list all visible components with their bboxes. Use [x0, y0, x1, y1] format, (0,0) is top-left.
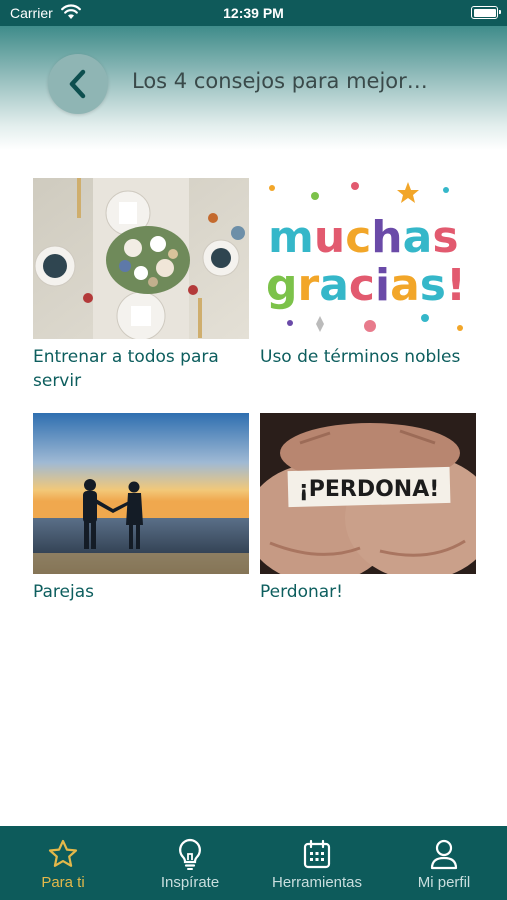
lightbulb-icon — [177, 838, 203, 870]
status-bar: Carrier 12:39 PM — [0, 0, 507, 26]
clock: 12:39 PM — [223, 5, 284, 21]
tab-inspirate[interactable]: Inspírate — [127, 826, 253, 900]
article-card-perdonar[interactable]: ¡PERDONA! Perdonar! — [260, 413, 476, 604]
user-icon — [429, 838, 459, 870]
tab-label: Mi perfil — [417, 874, 471, 891]
tab-label: Para ti — [41, 874, 85, 891]
muchas-gracias-image: muchas gracias! — [260, 178, 476, 339]
tab-herramientas[interactable]: Herramientas — [254, 826, 380, 900]
svg-text:gracias!: gracias! — [266, 260, 466, 311]
hands-perdona-image: ¡PERDONA! — [260, 413, 476, 574]
couple-beach-image — [33, 413, 249, 574]
star-icon — [48, 838, 78, 870]
page-title: Los 4 consejos para mejor… — [132, 69, 428, 93]
perdona-text: ¡PERDONA! — [299, 477, 440, 502]
article-card-entrenar[interactable]: Entrenar a todos para servir — [33, 178, 249, 393]
tab-bar: Para ti Inspírate Herramientas Mi perfil — [0, 826, 507, 900]
svg-text:muchas: muchas — [268, 212, 459, 263]
tab-label: Herramientas — [271, 874, 363, 891]
calendar-icon — [303, 838, 331, 870]
back-button[interactable] — [48, 54, 108, 114]
tab-mi-perfil[interactable]: Mi perfil — [381, 826, 507, 900]
chevron-left-icon — [69, 69, 86, 99]
card-caption: Uso de términos nobles — [260, 347, 461, 367]
tab-label: Inspírate — [160, 874, 220, 891]
tab-para-ti[interactable]: Para ti — [0, 826, 126, 900]
battery-icon — [471, 6, 501, 19]
card-caption: Parejas — [33, 582, 94, 602]
article-card-parejas[interactable]: Parejas — [33, 413, 249, 604]
article-card-terminos[interactable]: muchas gracias! Uso de términos nobles — [260, 178, 476, 369]
header: Los 4 consejos para mejor… — [0, 26, 507, 150]
card-caption: Perdonar! — [260, 582, 343, 602]
card-caption: Entrenar a todos para servir — [33, 347, 219, 391]
table-setting-image — [33, 178, 249, 339]
